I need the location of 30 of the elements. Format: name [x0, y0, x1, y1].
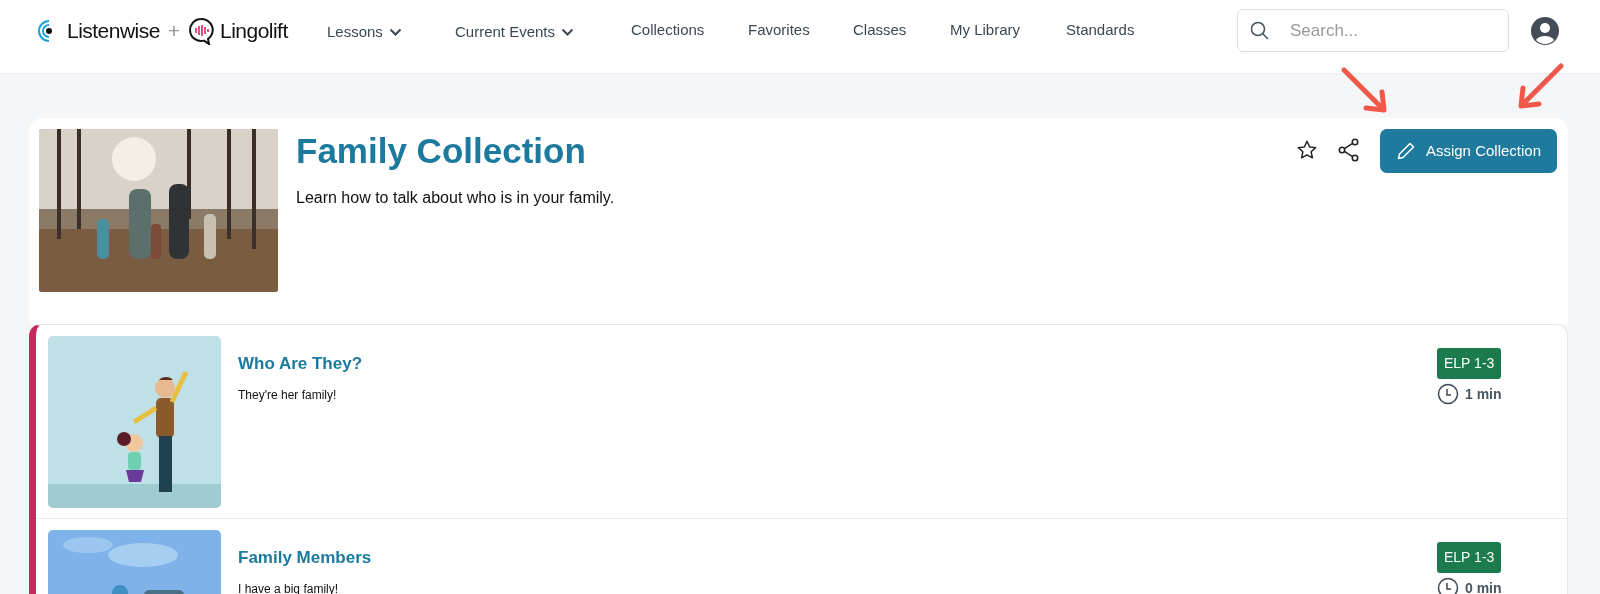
collection-title: Family Collection — [296, 130, 587, 172]
partner-name: Lingolift — [220, 17, 288, 44]
collection-description: Learn how to talk about who is in your family. — [296, 188, 615, 208]
nav-link[interactable]: Classes — [853, 19, 950, 42]
lesson-subtitle: They're her family! — [238, 386, 338, 404]
star-icon[interactable] — [1295, 139, 1318, 161]
search-field[interactable]: Search... — [1237, 9, 1509, 52]
lesson-duration: 0 min — [1465, 578, 1502, 594]
nav-link[interactable]: Current Events — [455, 17, 631, 44]
pencil-icon — [1395, 141, 1416, 161]
assign-collection-button[interactable]: Assign Collection — [1379, 129, 1557, 173]
lesson-title[interactable]: Family Members — [238, 545, 1437, 571]
speech-bubble-logo-icon — [188, 16, 215, 45]
share-icon[interactable] — [1337, 138, 1360, 162]
level-badge: ELP 1-3 — [1437, 542, 1502, 573]
search-input: Search... — [1290, 17, 1490, 44]
user-avatar-icon[interactable] — [1530, 15, 1560, 46]
brand-name: Listenwise — [67, 17, 160, 44]
nav-link[interactable]: Standards — [1066, 19, 1166, 42]
brand-separator: + — [167, 17, 181, 44]
nav-link[interactable]: Collections — [631, 19, 748, 42]
search-icon — [1250, 20, 1270, 41]
lesson-title[interactable]: Who Are They? — [238, 351, 1437, 377]
nav-link[interactable]: Lessons — [327, 17, 455, 44]
lesson-duration: 1 min — [1465, 384, 1502, 404]
clock-icon — [1437, 577, 1459, 594]
level-badge: ELP 1-3 — [1437, 348, 1502, 379]
nav-link[interactable]: Favorites — [748, 19, 853, 42]
clock-icon — [1437, 383, 1459, 405]
nav-link[interactable]: My Library — [950, 19, 1066, 42]
